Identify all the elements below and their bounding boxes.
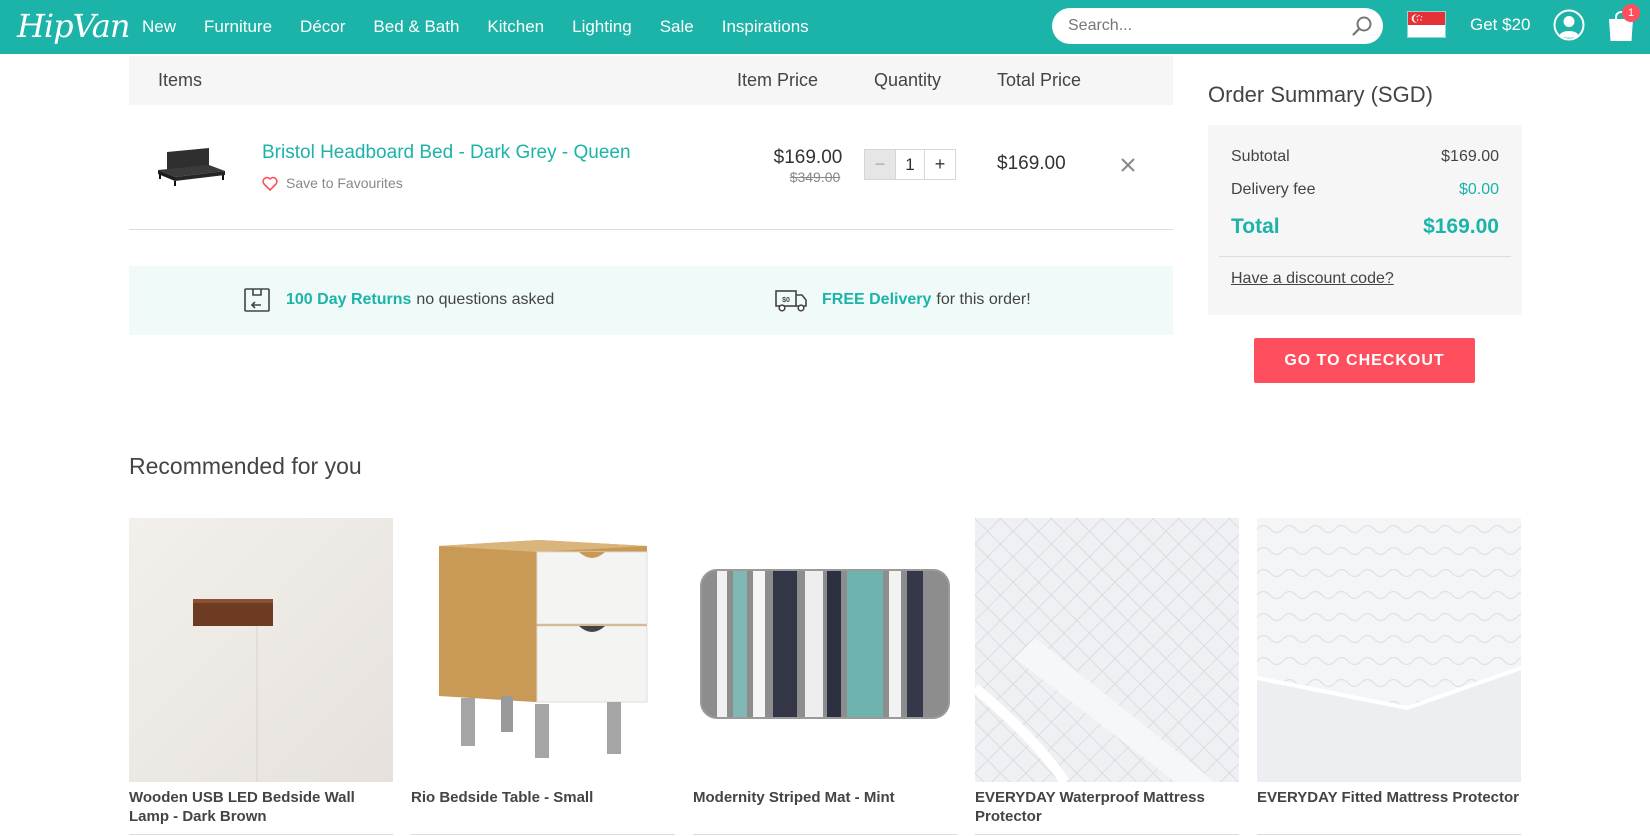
subtotal-line: Subtotal $169.00 (1231, 148, 1499, 166)
header-items: Items (158, 70, 203, 90)
nav-sale[interactable]: Sale (660, 17, 694, 37)
hipvan-logo[interactable]: HipVan (17, 6, 130, 46)
order-summary-panel: Subtotal $169.00 Delivery fee $0.00 Tota… (1208, 125, 1522, 315)
card-divider (1257, 834, 1521, 835)
header-quantity: Quantity (874, 70, 942, 90)
returns-highlight: 100 Day Returns (286, 291, 412, 308)
fitted-mattress-protector-image (1257, 518, 1521, 782)
recommended-product-name[interactable]: Modernity Striped Mat - Mint (693, 788, 959, 807)
singapore-flag-icon[interactable] (1407, 11, 1446, 38)
cart-count-badge: 1 (1622, 4, 1640, 22)
product-thumbnail[interactable] (153, 139, 229, 189)
quantity-stepper: − + (864, 149, 956, 180)
delivery-truck-icon: $0 (775, 290, 807, 312)
total-value: $169.00 (1423, 215, 1499, 238)
recommended-product-card[interactable]: EVERYDAY Waterproof Mattress Protector (975, 518, 1239, 836)
nav-lighting[interactable]: Lighting (572, 17, 632, 37)
search-input[interactable] (1068, 8, 1338, 44)
subtotal-label: Subtotal (1231, 148, 1290, 165)
go-to-checkout-button[interactable]: GO TO CHECKOUT (1254, 338, 1475, 383)
delivery-fee-value: $0.00 (1458, 181, 1499, 198)
nav-new[interactable]: New (142, 17, 176, 37)
nav-kitchen[interactable]: Kitchen (487, 17, 544, 37)
decrease-quantity-button[interactable]: − (865, 150, 895, 179)
recommended-product-name[interactable]: Wooden USB LED Bedside Wall Lamp - Dark … (129, 788, 395, 826)
delivery-fee-label: Delivery fee (1231, 181, 1316, 198)
order-summary-title: Order Summary (SGD) (1208, 82, 1433, 107)
cart-item-name-link[interactable]: Bristol Headboard Bed - Dark Grey - Quee… (262, 142, 631, 164)
delivery-perk: $0 FREE Delivery for this order! (774, 286, 1031, 314)
nav-furniture[interactable]: Furniture (204, 17, 272, 37)
top-navigation-bar: HipVan New Furniture Décor Bed & Bath Ki… (0, 0, 1650, 54)
search-icon[interactable] (1351, 15, 1373, 37)
wall-lamp-image (129, 518, 393, 782)
heart-icon (262, 176, 278, 191)
item-price: $169.00 (773, 147, 843, 168)
svg-text:$0: $0 (782, 297, 790, 304)
cart-table-header: Items Item Price Quantity Total Price (129, 56, 1173, 105)
discount-code-link[interactable]: Have a discount code? (1231, 270, 1394, 288)
recommended-product-card[interactable]: EVERYDAY Fitted Mattress Protector (1257, 518, 1521, 836)
nav-inspirations[interactable]: Inspirations (722, 17, 809, 37)
card-divider (693, 834, 957, 835)
save-to-favourites-button[interactable]: Save to Favourites (262, 175, 403, 191)
recommended-product-card[interactable]: Modernity Striped Mat - Mint (693, 518, 957, 836)
perks-banner: 100 Day Returns no questions asked $0 FR… (129, 266, 1173, 335)
card-divider (411, 834, 675, 835)
card-divider (975, 834, 1239, 835)
returns-perk: 100 Day Returns no questions asked (242, 286, 554, 314)
header-item-price: Item Price (737, 70, 819, 90)
quantity-input[interactable] (895, 150, 925, 179)
user-account-icon[interactable] (1553, 9, 1585, 41)
search-box (1052, 8, 1383, 44)
total-line: Total $169.00 (1231, 215, 1499, 239)
nav-decor[interactable]: Décor (300, 17, 345, 37)
bedside-table-image (411, 518, 675, 782)
returns-text: no questions asked (416, 291, 555, 308)
recommended-product-card[interactable]: Rio Bedside Table - Small (411, 518, 675, 836)
save-to-favourites-label: Save to Favourites (286, 175, 403, 191)
striped-mat-image (693, 518, 957, 782)
delivery-fee-line: Delivery fee $0.00 (1231, 181, 1499, 199)
delivery-highlight: FREE Delivery (822, 291, 932, 308)
recommended-product-name[interactable]: EVERYDAY Waterproof Mattress Protector (975, 788, 1241, 826)
delivery-text: for this order! (936, 291, 1031, 308)
cart-item-row: Bristol Headboard Bed - Dark Grey - Quee… (129, 105, 1173, 230)
remove-item-icon[interactable] (1118, 155, 1138, 175)
subtotal-value: $169.00 (1441, 148, 1499, 165)
summary-divider (1219, 256, 1511, 257)
recommended-title: Recommended for you (129, 453, 362, 479)
total-label: Total (1231, 215, 1280, 238)
get-credit-link[interactable]: Get $20 (1470, 15, 1531, 35)
recommended-product-card[interactable]: Wooden USB LED Bedside Wall Lamp - Dark … (129, 518, 393, 836)
header-total-price: Total Price (997, 70, 1082, 90)
increase-quantity-button[interactable]: + (925, 150, 955, 179)
waterproof-mattress-protector-image (975, 518, 1239, 782)
card-divider (129, 834, 393, 835)
item-total-price: $169.00 (997, 153, 1066, 174)
recommended-product-name[interactable]: EVERYDAY Fitted Mattress Protector (1257, 788, 1523, 807)
nav-bed-bath[interactable]: Bed & Bath (373, 17, 459, 37)
main-nav: New Furniture Décor Bed & Bath Kitchen L… (142, 0, 837, 54)
recommended-product-name[interactable]: Rio Bedside Table - Small (411, 788, 677, 807)
returns-box-icon (244, 288, 270, 312)
